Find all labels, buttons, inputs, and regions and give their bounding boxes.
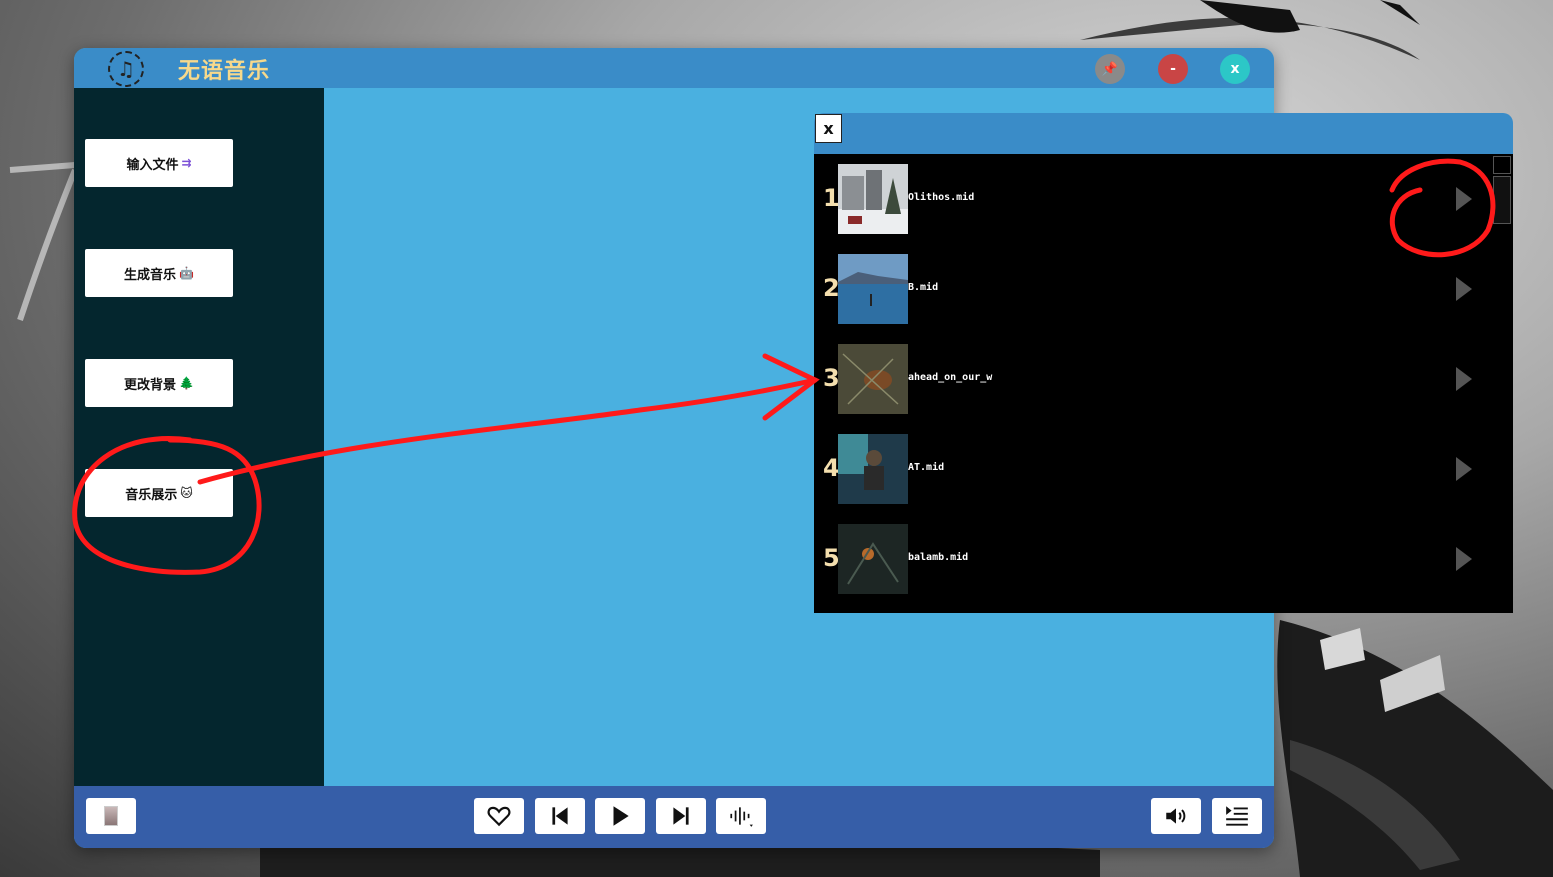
music-logo-icon: ♫ xyxy=(108,51,144,87)
song-number: 5 xyxy=(823,544,840,572)
list-item[interactable]: 5 balamb.mid xyxy=(814,514,1491,604)
waveform-icon xyxy=(730,807,753,827)
next-button[interactable] xyxy=(656,798,706,834)
play-icon xyxy=(613,806,629,826)
song-play-button[interactable] xyxy=(1454,545,1474,573)
song-play-button[interactable] xyxy=(1454,455,1474,483)
now-playing-thumbnail[interactable] xyxy=(86,798,136,834)
arrows-icon: ⇉ xyxy=(181,156,192,170)
scrollbar[interactable] xyxy=(1491,154,1513,613)
play-icon xyxy=(1456,367,1472,391)
playlist-icon xyxy=(1226,806,1248,826)
song-number: 2 xyxy=(823,274,840,302)
song-cover-image xyxy=(838,254,908,324)
next-icon xyxy=(673,807,689,825)
song-play-button[interactable] xyxy=(1454,365,1474,393)
heart-icon xyxy=(487,806,511,827)
song-name: balamb.mid xyxy=(908,552,969,563)
play-icon xyxy=(1456,547,1472,571)
player-bar xyxy=(74,786,1274,848)
list-item[interactable]: 4 AT.mid xyxy=(814,424,1491,514)
sidebar: 输入文件 ⇉ 生成音乐 🤖 更改背景 🌲 音乐展示 🐱 xyxy=(74,88,324,786)
playlist-button[interactable] xyxy=(1212,798,1262,834)
song-cover-image xyxy=(838,164,908,234)
song-number: 3 xyxy=(823,364,840,392)
volume-button[interactable] xyxy=(1151,798,1201,834)
previous-button[interactable] xyxy=(535,798,585,834)
list-item[interactable]: 1 Olithos.mid xyxy=(814,154,1491,244)
song-number: 1 xyxy=(823,184,840,212)
generate-music-label: 生成音乐 xyxy=(124,267,177,283)
import-file-label: 输入文件 xyxy=(126,157,179,173)
music-display-label: 音乐展示 xyxy=(125,487,178,503)
song-play-button[interactable] xyxy=(1454,185,1474,213)
tree-icon: 🌲 xyxy=(179,376,194,390)
close-button[interactable]: x xyxy=(1220,54,1250,84)
previous-icon xyxy=(552,807,568,825)
song-name: Olithos.mid xyxy=(908,192,975,203)
titlebar[interactable]: ♫ 无语音乐 📌 - x xyxy=(74,48,1274,88)
play-button[interactable] xyxy=(595,798,645,834)
favorite-button[interactable] xyxy=(474,798,524,834)
scroll-thumb[interactable] xyxy=(1493,176,1511,224)
album-thumbnail xyxy=(104,806,118,826)
play-icon xyxy=(1456,277,1472,301)
list-item[interactable]: 2 B.mid xyxy=(814,244,1491,334)
volume-icon xyxy=(1166,808,1186,824)
song-cover-image xyxy=(838,344,908,414)
music-list-header[interactable]: x xyxy=(814,113,1513,154)
list-item[interactable]: 3 ahead_on_our_w xyxy=(814,334,1491,424)
song-name: ahead_on_our_w xyxy=(908,372,993,383)
cat-icon: 🐱 xyxy=(180,486,193,500)
play-icon xyxy=(1456,457,1472,481)
import-file-button[interactable]: 输入文件 ⇉ xyxy=(85,139,233,187)
robot-icon: 🤖 xyxy=(179,266,194,280)
scroll-up-arrow[interactable] xyxy=(1493,156,1511,174)
pin-button[interactable]: 📌 xyxy=(1095,54,1125,84)
app-title: 无语音乐 xyxy=(178,59,271,84)
music-list-close-button[interactable]: x xyxy=(815,114,842,143)
minimize-button[interactable]: - xyxy=(1158,54,1188,84)
song-play-button[interactable] xyxy=(1454,275,1474,303)
song-name: AT.mid xyxy=(908,462,945,473)
sound-effect-button[interactable] xyxy=(716,798,766,834)
play-icon xyxy=(1456,187,1472,211)
music-display-button[interactable]: 音乐展示 🐱 xyxy=(85,469,233,517)
generate-music-button[interactable]: 生成音乐 🤖 xyxy=(85,249,233,297)
change-background-button[interactable]: 更改背景 🌲 xyxy=(85,359,233,407)
song-cover-image xyxy=(838,434,908,504)
music-list-window: x 1 Olithos.mid 2 B.mid 3 ahead_on_our_w… xyxy=(814,113,1513,613)
song-number: 4 xyxy=(823,454,840,482)
change-background-label: 更改背景 xyxy=(124,377,177,393)
song-name: B.mid xyxy=(908,282,939,293)
music-list: 1 Olithos.mid 2 B.mid 3 ahead_on_our_w 4… xyxy=(814,154,1491,613)
song-cover-image xyxy=(838,524,908,594)
